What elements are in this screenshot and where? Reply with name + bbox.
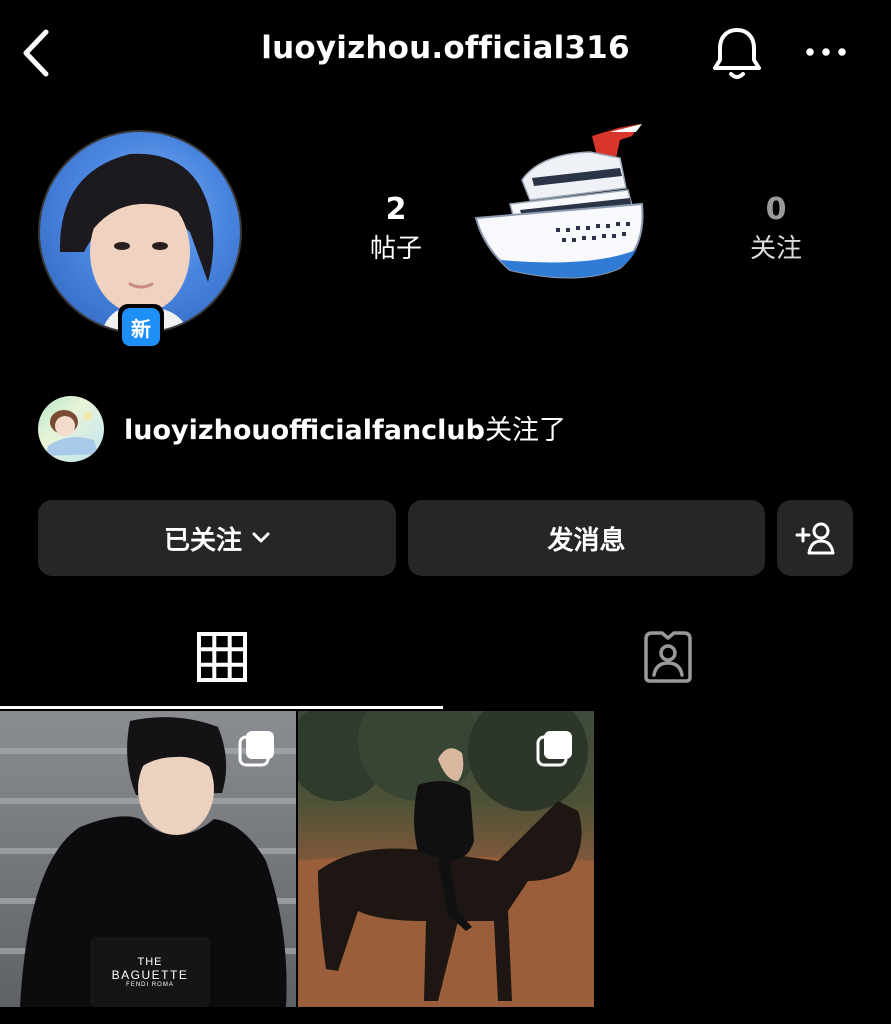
following-label[interactable]: 关注: [726, 228, 826, 265]
chevron-down-icon: [252, 532, 270, 543]
active-tab-indicator: [0, 706, 443, 709]
message-button-label: 发消息: [547, 525, 626, 556]
multiple-images-icon: [238, 731, 274, 767]
cruise-ship-emoji-icon: [474, 124, 644, 279]
caption-line-2: BAGUETTE: [111, 968, 189, 982]
followed-by-text[interactable]: luoyizhouofficialfanclub关注了: [124, 408, 566, 447]
multiple-images-icon: [536, 731, 572, 767]
posts-label[interactable]: 帖子: [346, 228, 446, 265]
bell-icon[interactable]: [710, 24, 764, 82]
more-options-icon[interactable]: [804, 42, 848, 62]
followed-by-suffix: 关注了: [484, 415, 566, 446]
new-story-badge: 新: [118, 304, 164, 350]
posts-count[interactable]: 2: [356, 192, 436, 227]
add-user-button[interactable]: [777, 500, 853, 576]
following-count[interactable]: 0: [736, 192, 816, 227]
new-badge-label: 新: [122, 308, 160, 346]
follower-avatar-art: [46, 410, 98, 456]
following-dropdown-button[interactable]: 已关注: [38, 500, 396, 576]
profile-username-title: luoyizhou.official316: [261, 30, 630, 66]
following-button-label: 已关注: [163, 525, 242, 556]
back-chevron-icon[interactable]: [18, 26, 58, 80]
caption-line-1: THE: [137, 956, 163, 968]
grid-icon[interactable]: [196, 631, 248, 683]
add-person-icon: [795, 522, 835, 555]
post-thumbnail[interactable]: THE BAGUETTE FENDI ROMA: [0, 711, 296, 1007]
followed-by-account[interactable]: luoyizhouofficialfanclub: [124, 415, 485, 446]
post-brand-caption: THE BAGUETTE FENDI ROMA: [100, 956, 200, 988]
caption-line-3: FENDI ROMA: [126, 982, 174, 988]
follower-avatar[interactable]: [38, 396, 104, 462]
tagged-person-icon[interactable]: [640, 629, 696, 685]
message-button[interactable]: 发消息: [408, 500, 765, 576]
post-thumbnail[interactable]: [298, 711, 594, 1007]
